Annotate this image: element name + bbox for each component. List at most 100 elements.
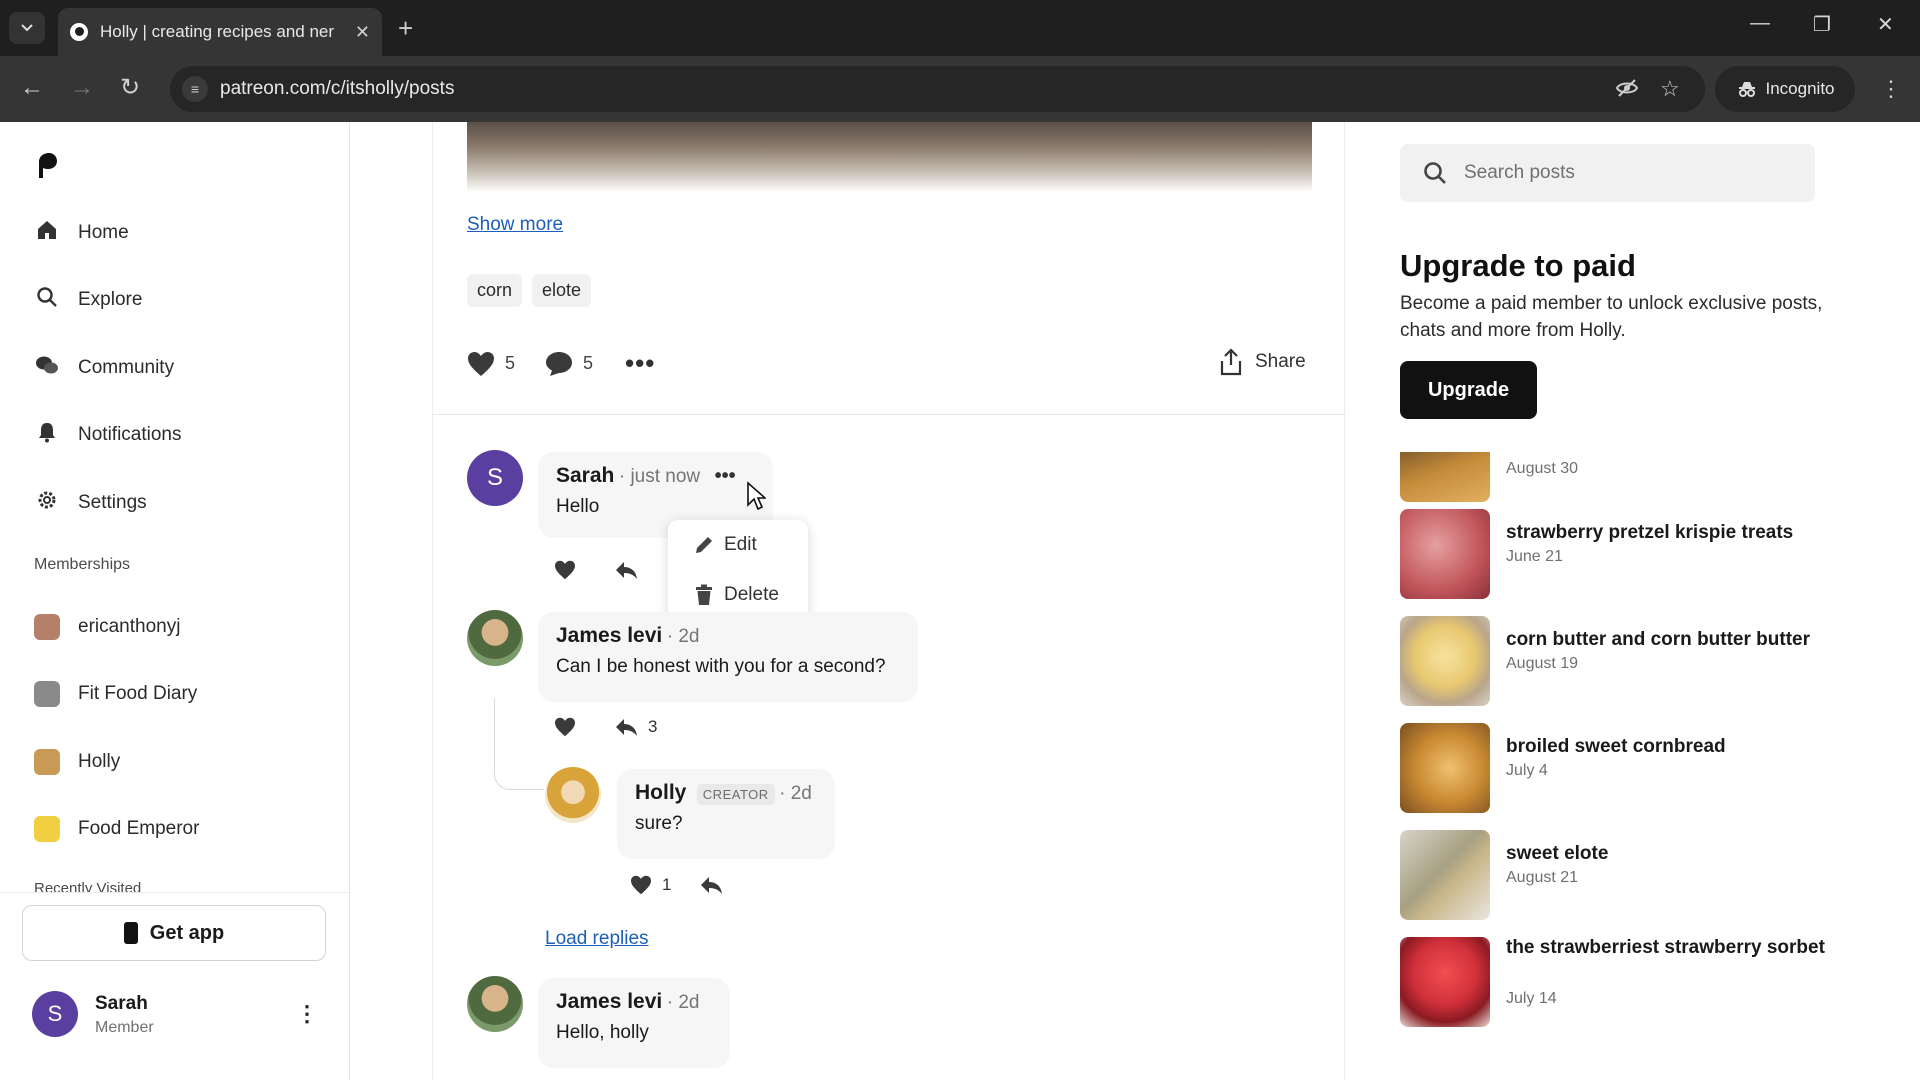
sidebar-item-notifications[interactable]: Notifications xyxy=(34,420,182,450)
browser-menu-icon[interactable]: ⋮ xyxy=(1880,76,1902,102)
sidebar-item-explore[interactable]: Explore xyxy=(34,285,142,315)
membership-item-ericanthonyj[interactable]: ericanthonyj xyxy=(34,612,180,642)
tab-title: Holly | creating recipes and ner xyxy=(100,22,335,41)
membership-item-fit-food-diary[interactable]: Fit Food Diary xyxy=(34,679,197,709)
upgrade-description: Become a paid member to unlock exclusive… xyxy=(1400,293,1823,341)
tab-search-button[interactable] xyxy=(9,12,45,44)
share-button[interactable]: Share xyxy=(1219,348,1306,376)
left-sidebar: Home Explore Community Notifications Set… xyxy=(0,122,350,1080)
comment-actions: 1 xyxy=(630,875,723,895)
comment-text: Can I be honest with you for a second? xyxy=(556,656,886,677)
recent-post-thumbnail xyxy=(1400,937,1490,1027)
comment-bubble: James levi · 2d Hello, holly xyxy=(538,978,730,1068)
avatar[interactable]: S xyxy=(467,450,523,506)
tag[interactable]: elote xyxy=(532,274,592,307)
sidebar-footer: Get app S Sarah Member ⋮ xyxy=(0,892,349,1080)
avatar xyxy=(34,681,60,707)
incognito-indicator[interactable]: Incognito xyxy=(1715,66,1855,112)
sidebar-item-label: Explore xyxy=(78,289,143,310)
reload-icon[interactable]: ↻ xyxy=(120,74,140,102)
menu-item-delete[interactable]: Delete xyxy=(694,584,779,606)
sidebar-item-settings[interactable]: Settings xyxy=(34,488,147,518)
heart-icon[interactable] xyxy=(554,717,576,737)
sidebar-item-label: Settings xyxy=(78,492,147,513)
tag[interactable]: corn xyxy=(467,274,523,307)
more-options-icon[interactable]: ⋮ xyxy=(296,1001,318,1027)
heart-icon[interactable] xyxy=(467,351,495,377)
site-settings-icon[interactable]: ≡ xyxy=(182,76,208,102)
show-more-link[interactable]: Show more xyxy=(467,214,563,236)
upgrade-title: Upgrade to paid xyxy=(1400,248,1636,283)
share-icon xyxy=(1220,348,1242,376)
eye-off-icon[interactable] xyxy=(1615,76,1639,106)
membership-label: Fit Food Diary xyxy=(78,683,198,704)
menu-item-label: Delete xyxy=(724,584,779,605)
menu-item-edit[interactable]: Edit xyxy=(694,534,757,556)
comment-icon[interactable] xyxy=(545,351,573,377)
membership-item-holly[interactable]: Holly xyxy=(34,747,120,777)
avatar[interactable]: S xyxy=(32,991,78,1037)
reply-icon[interactable] xyxy=(614,717,638,737)
browser-tab[interactable]: Holly | creating recipes and ner ✕ xyxy=(58,8,382,56)
tab-close-icon[interactable]: ✕ xyxy=(355,22,370,43)
browser-toolbar: ← → ↻ ≡ patreon.com/c/itsholly/posts ☆ I… xyxy=(0,56,1920,122)
restore-icon[interactable]: ❐ xyxy=(1813,12,1831,37)
recent-post-thumbnail xyxy=(1400,723,1490,813)
upgrade-button[interactable]: Upgrade xyxy=(1400,361,1537,419)
avatar xyxy=(34,614,60,640)
mouse-cursor-icon xyxy=(747,481,766,511)
like-count: 1 xyxy=(662,875,672,894)
load-replies-link[interactable]: Load replies xyxy=(545,928,649,950)
membership-item-food-emperor[interactable]: Food Emperor xyxy=(34,814,199,844)
comment-time: 2d xyxy=(790,783,812,804)
heart-icon[interactable] xyxy=(630,875,652,895)
avatar[interactable] xyxy=(467,976,523,1032)
recent-post-title: strawberry pretzel krispie treats xyxy=(1506,522,1794,543)
patreon-logo-icon[interactable] xyxy=(36,152,58,178)
avatar[interactable] xyxy=(545,767,601,823)
get-app-label: Get app xyxy=(149,921,225,944)
comment-author[interactable]: James levi xyxy=(556,624,662,647)
recent-post-thumbnail xyxy=(1400,509,1490,599)
heart-icon[interactable] xyxy=(554,560,576,580)
recent-post-date: July 14 xyxy=(1506,990,1557,1007)
new-tab-icon[interactable]: + xyxy=(398,12,413,44)
comment-author[interactable]: Holly xyxy=(635,781,686,804)
comment-author[interactable]: James levi xyxy=(556,990,662,1013)
membership-label: Holly xyxy=(78,751,121,772)
user-role: Member xyxy=(95,1019,154,1036)
chevron-down-icon xyxy=(21,24,33,32)
back-icon[interactable]: ← xyxy=(20,74,44,102)
divider xyxy=(433,414,1346,415)
minimize-icon[interactable]: — xyxy=(1750,12,1770,35)
recent-post-thumbnail xyxy=(1400,452,1490,502)
post-image xyxy=(467,122,1312,192)
search-posts-input[interactable]: Search posts xyxy=(1400,144,1815,202)
avatar[interactable] xyxy=(467,610,523,666)
sidebar-item-home[interactable]: Home xyxy=(34,218,129,248)
incognito-icon xyxy=(1738,82,1755,97)
window-close-icon[interactable]: ✕ xyxy=(1877,12,1894,37)
sidebar-item-community[interactable]: Community xyxy=(34,353,174,383)
memberships-heading: Memberships xyxy=(34,556,131,573)
recent-post-title: sweet elote xyxy=(1506,843,1609,864)
post-more-icon[interactable]: ••• xyxy=(625,348,655,379)
recent-post-date: July 4 xyxy=(1506,762,1548,779)
address-bar[interactable]: ≡ patreon.com/c/itsholly/posts ☆ xyxy=(170,66,1705,112)
bookmark-star-icon[interactable]: ☆ xyxy=(1660,76,1680,102)
url-text: patreon.com/c/itsholly/posts xyxy=(220,78,455,99)
like-count: 5 xyxy=(505,353,516,373)
get-app-button[interactable]: Get app xyxy=(22,905,326,961)
patreon-favicon-icon xyxy=(70,23,88,41)
search-icon xyxy=(1424,162,1446,184)
reply-icon[interactable] xyxy=(699,875,723,895)
reply-icon[interactable] xyxy=(614,560,638,580)
comment-more-icon[interactable]: ••• xyxy=(715,465,736,487)
incognito-label: Incognito xyxy=(1765,79,1835,98)
forward-icon[interactable]: → xyxy=(70,74,94,102)
thread-line xyxy=(494,698,544,790)
share-label: Share xyxy=(1255,351,1306,372)
trash-icon xyxy=(696,584,712,605)
bell-icon xyxy=(34,421,60,449)
comment-author[interactable]: Sarah xyxy=(556,464,614,487)
